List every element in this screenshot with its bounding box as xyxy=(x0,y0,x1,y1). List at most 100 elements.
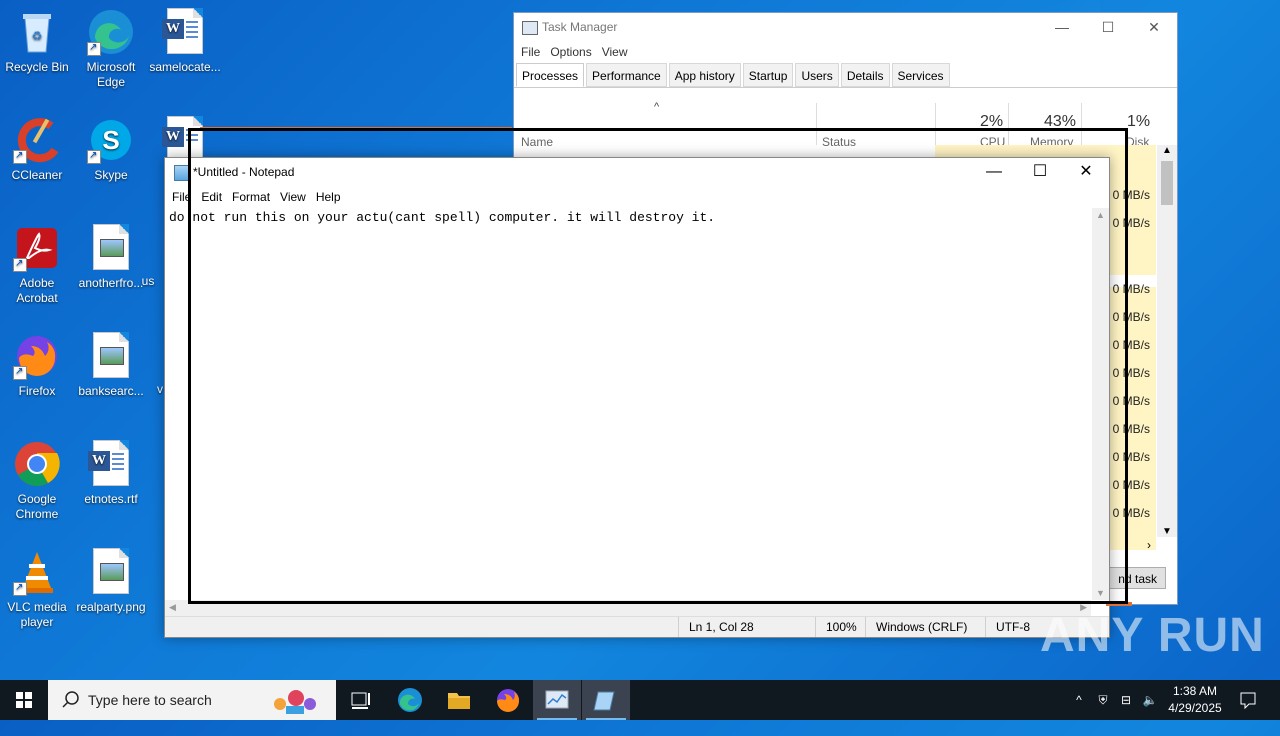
taskbar-search-box[interactable]: Type here to search xyxy=(48,680,336,720)
vertical-scrollbar[interactable]: ▲ ▼ xyxy=(1092,208,1109,600)
notifications-button[interactable] xyxy=(1236,680,1260,736)
tab-services[interactable]: Services xyxy=(891,63,950,87)
tab-bar: Processes Performance App history Startu… xyxy=(514,63,1177,88)
volume-icon[interactable]: 🔈 xyxy=(1140,680,1160,720)
desktop-icon-skype[interactable]: S Skype xyxy=(74,116,148,183)
chrome-icon xyxy=(13,440,61,488)
minimize-button[interactable]: — xyxy=(971,158,1017,186)
column-status[interactable]: Status xyxy=(822,135,856,149)
scroll-right-icon[interactable]: › xyxy=(1147,538,1151,552)
end-task-button[interactable]: nd task xyxy=(1104,567,1166,589)
column-name[interactable]: Name xyxy=(521,135,553,149)
clock-time: 1:38 AM xyxy=(1172,684,1218,698)
firefox-icon xyxy=(497,689,520,712)
desktop-icon-label: realparty.png xyxy=(76,600,146,614)
taskbar-file-explorer[interactable] xyxy=(435,680,483,720)
desktop-icon-vlc[interactable]: VLC media player xyxy=(0,548,74,630)
desktop-icon-label: Firefox xyxy=(18,384,56,398)
close-button[interactable]: ✕ xyxy=(1131,13,1177,41)
show-hidden-icons-button[interactable]: ^ xyxy=(1070,680,1088,720)
security-icon[interactable]: ⛨ xyxy=(1094,680,1112,720)
shortcut-arrow-icon xyxy=(87,40,101,56)
clock[interactable]: 1:38 AM 4/29/2025 xyxy=(1162,683,1228,717)
menu-help[interactable]: Help xyxy=(311,186,346,208)
desktop-icon-firefox[interactable]: Firefox xyxy=(0,332,74,399)
tab-performance[interactable]: Performance xyxy=(586,63,667,87)
taskbar-task-manager[interactable] xyxy=(533,680,581,720)
window-title: *Untitled - Notepad xyxy=(193,165,295,179)
cursor-position: Ln 1, Col 28 xyxy=(678,617,754,637)
desktop-icon-label: samelocate... xyxy=(149,60,221,74)
desktop-icon-etnotes[interactable]: W etnotes.rtf xyxy=(74,440,148,507)
desktop-icon-partial-us[interactable]: us xyxy=(128,274,168,289)
taskbar-notepad[interactable] xyxy=(582,680,630,720)
notepad-window[interactable]: *Untitled - Notepad — ☐ ✕ File Edit Form… xyxy=(164,157,1110,638)
taskbar-edge[interactable] xyxy=(386,680,434,720)
sort-up-icon[interactable]: ^ xyxy=(654,101,659,113)
desktop-icon-label: CCleaner xyxy=(11,168,63,182)
vlc-icon xyxy=(13,548,61,596)
network-icon[interactable]: ⊟ xyxy=(1117,680,1135,720)
svg-text:S: S xyxy=(102,125,119,155)
tab-details[interactable]: Details xyxy=(840,63,890,87)
notification-icon xyxy=(1240,692,1256,710)
text-editor-area[interactable]: do not run this on your actu(cant spell)… xyxy=(165,208,1091,600)
desktop-icon-label: Microsoft Edge xyxy=(86,60,136,89)
desktop-icon-label: Adobe Acrobat xyxy=(16,276,58,305)
task-manager-icon xyxy=(522,21,538,35)
folder-icon xyxy=(448,693,470,709)
maximize-button[interactable]: ☐ xyxy=(1017,158,1063,186)
image-file-icon xyxy=(87,548,135,596)
desktop-icon-recycle-bin[interactable]: ♻ Recycle Bin xyxy=(0,8,74,75)
scroll-up-icon[interactable]: ▲ xyxy=(1096,210,1105,220)
desktop-icon-banksearc[interactable]: banksearc... xyxy=(74,332,148,399)
horizontal-scrollbar[interactable]: › xyxy=(1107,538,1157,554)
process-table-header: ^ Name Status 2% CPU 43% Memory 1% Disk xyxy=(514,101,1156,149)
desktop-icon-label: Skype xyxy=(94,168,128,182)
ccleaner-icon xyxy=(13,116,61,164)
tab-startup[interactable]: Startup xyxy=(742,63,794,87)
notepad-titlebar[interactable]: *Untitled - Notepad — ☐ ✕ xyxy=(165,158,1109,186)
menu-view[interactable]: View xyxy=(597,41,633,63)
menu-format[interactable]: Format xyxy=(227,186,275,208)
status-bar: Ln 1, Col 28 100% Windows (CRLF) UTF-8 xyxy=(165,616,1109,637)
tab-app-history[interactable]: App history xyxy=(668,63,741,87)
scroll-up-icon[interactable]: ▲ xyxy=(1162,145,1172,156)
disk-cell: 0 MB/s xyxy=(1112,282,1150,296)
desktop-icon-label: Recycle Bin xyxy=(5,60,69,74)
tab-users[interactable]: Users xyxy=(795,63,839,87)
shortcut-arrow-icon xyxy=(13,148,27,164)
desktop-icon-label: Google Chrome xyxy=(15,492,59,521)
menu-view[interactable]: View xyxy=(275,186,311,208)
desktop-icon-realparty[interactable]: realparty.png xyxy=(74,548,148,615)
menu-options[interactable]: Options xyxy=(545,41,596,63)
start-button[interactable] xyxy=(0,680,48,720)
maximize-button[interactable]: ☐ xyxy=(1085,13,1131,41)
desktop-icon-edge[interactable]: Microsoft Edge xyxy=(74,8,148,90)
shortcut-arrow-icon xyxy=(13,256,27,272)
edge-icon xyxy=(398,688,422,712)
scrollbar-thumb[interactable] xyxy=(1161,161,1173,205)
desktop-icon-ccleaner[interactable]: CCleaner xyxy=(0,116,74,183)
desktop-icon-adobe-acrobat[interactable]: Adobe Acrobat xyxy=(0,224,74,306)
disk-cell: 0 MB/s xyxy=(1112,188,1150,202)
menu-file[interactable]: File xyxy=(167,186,196,208)
task-view-button[interactable] xyxy=(336,680,384,720)
image-file-icon xyxy=(87,224,135,272)
taskbar-firefox[interactable] xyxy=(484,680,532,720)
horizontal-scrollbar[interactable]: ◀ ▶ xyxy=(165,600,1091,617)
close-button[interactable]: ✕ xyxy=(1063,158,1109,186)
encoding: UTF-8 xyxy=(985,617,1030,637)
desktop-icon-label: etnotes.rtf xyxy=(84,492,138,506)
desktop-icon-samelocate[interactable]: W samelocate... xyxy=(148,8,222,75)
tab-processes[interactable]: Processes xyxy=(516,63,585,87)
vertical-scrollbar[interactable]: ▲ ▼ xyxy=(1157,145,1177,537)
scroll-down-icon[interactable]: ▼ xyxy=(1162,526,1172,537)
menu-edit[interactable]: Edit xyxy=(196,186,227,208)
desktop-icon-google-chrome[interactable]: Google Chrome xyxy=(0,440,74,522)
menu-file[interactable]: File xyxy=(516,41,545,63)
scroll-left-icon[interactable]: ◀ xyxy=(169,602,176,613)
minimize-button[interactable]: — xyxy=(1039,13,1085,41)
task-manager-titlebar[interactable]: Task Manager — ☐ ✕ xyxy=(514,13,1177,41)
scroll-down-icon[interactable]: ▼ xyxy=(1096,588,1105,598)
